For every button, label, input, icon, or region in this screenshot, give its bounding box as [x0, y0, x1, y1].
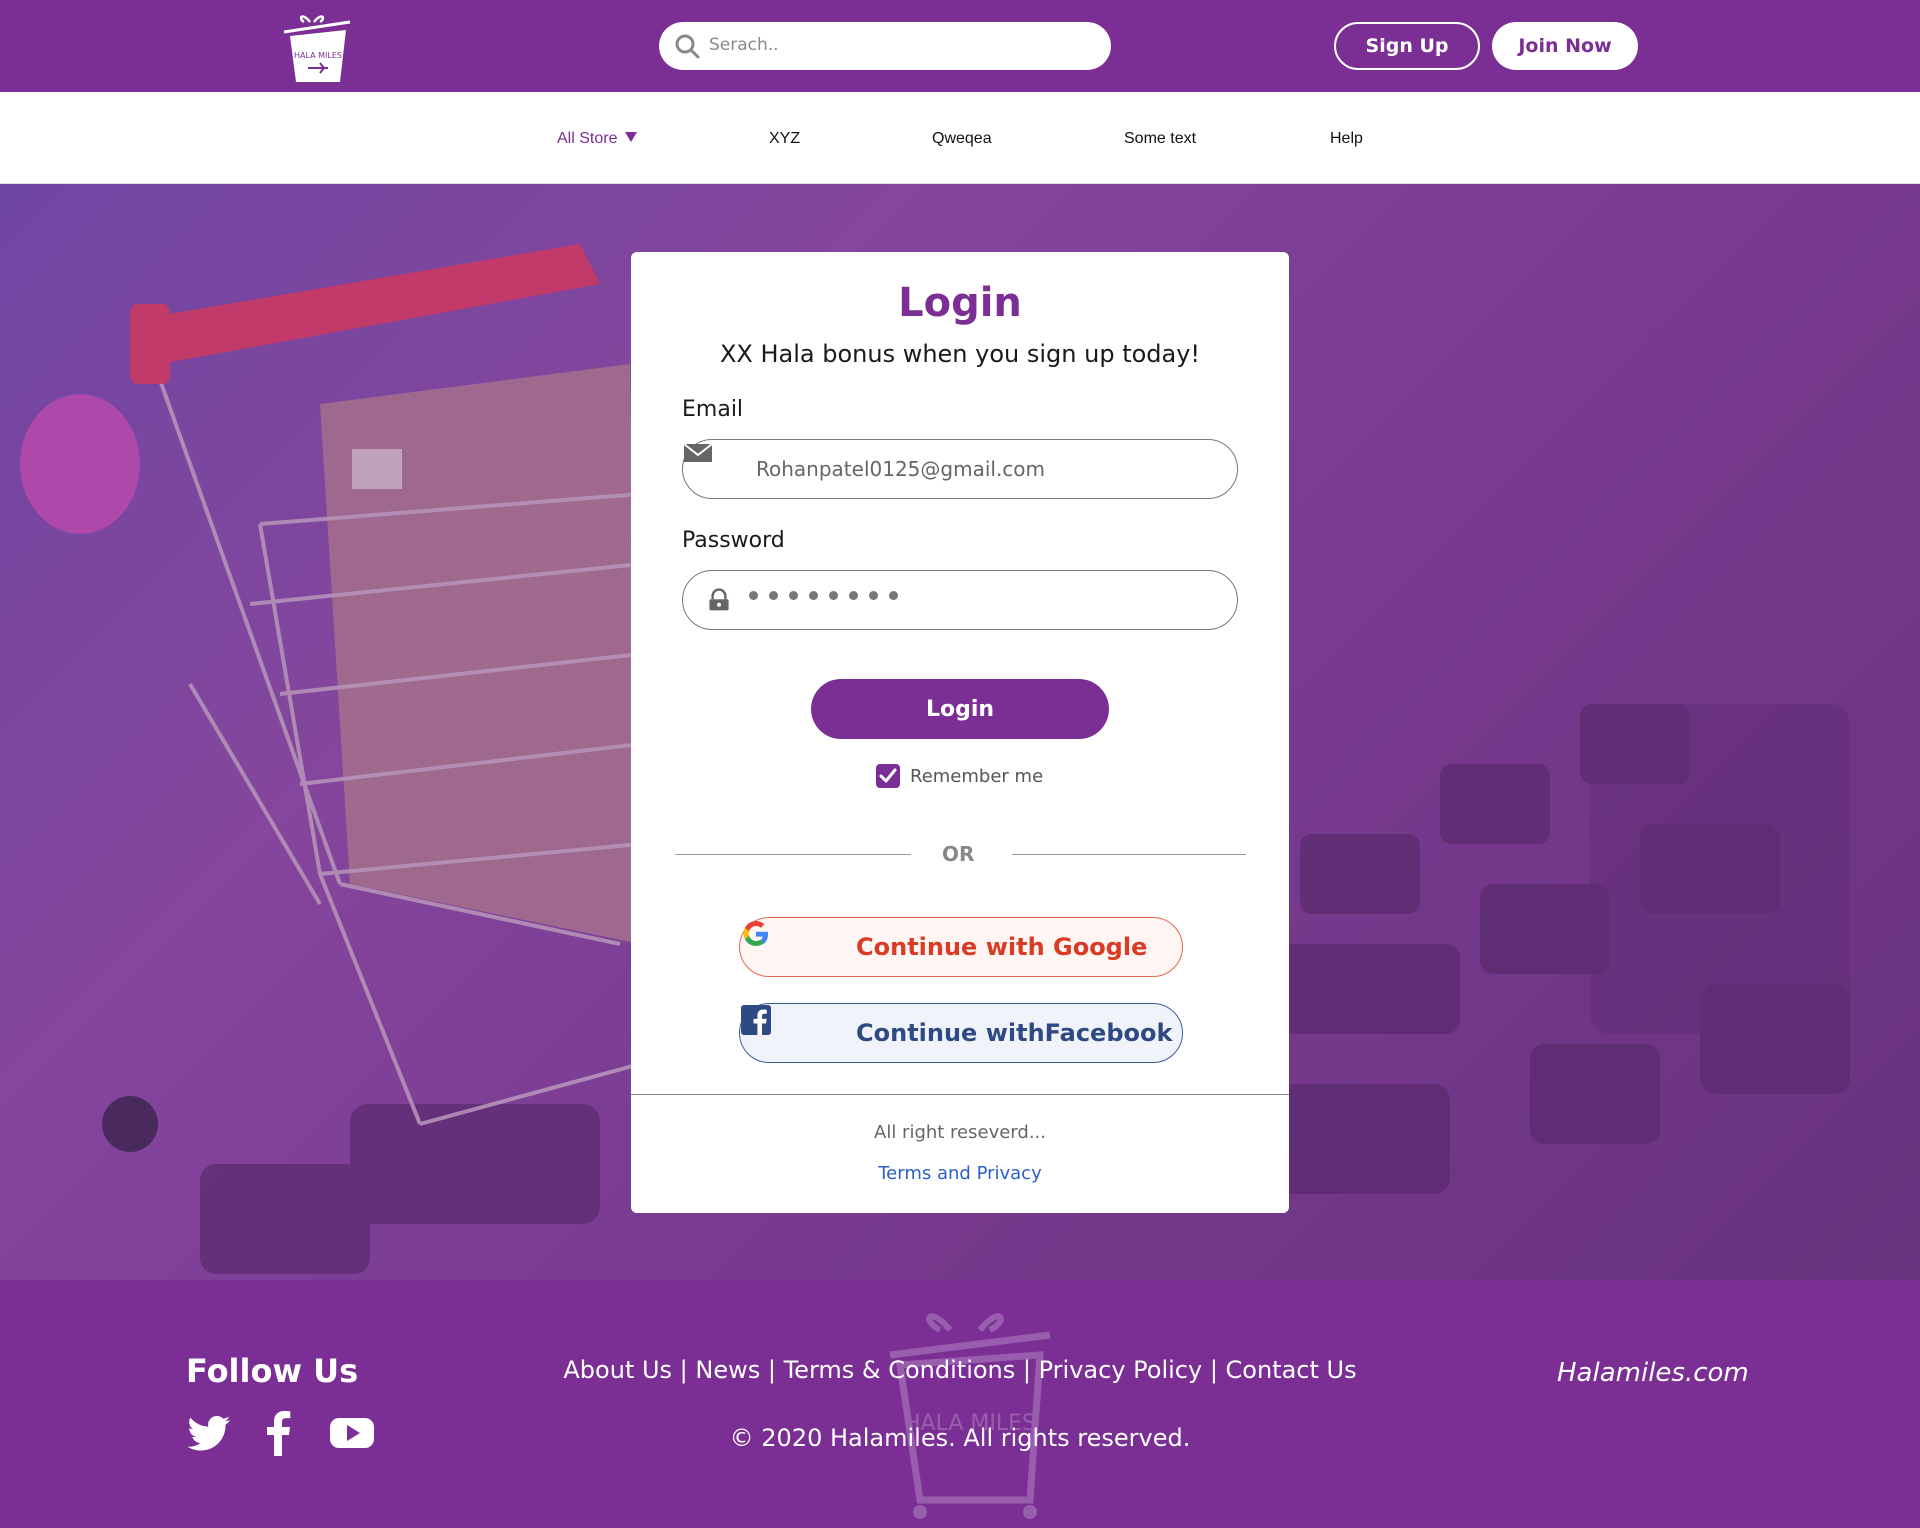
- login-card: Login XX Hala bonus when you sign up tod…: [631, 252, 1289, 1213]
- password-mask-dot: [849, 591, 858, 600]
- envelope-icon: [683, 443, 713, 462]
- site-domain[interactable]: Halamiles.com: [1557, 1358, 1749, 1388]
- checkmark-icon: [879, 768, 897, 783]
- footer-link-privacy[interactable]: Privacy Policy: [1039, 1356, 1203, 1384]
- footer-link-news[interactable]: News: [695, 1356, 760, 1384]
- card-footer-divider: [631, 1094, 1289, 1095]
- hero-background: Login XX Hala bonus when you sign up tod…: [0, 184, 1920, 1280]
- caret-down-icon: [625, 132, 638, 142]
- footer-separator: |: [760, 1356, 784, 1384]
- password-mask-dot: [869, 591, 878, 600]
- password-label: Password: [682, 528, 785, 553]
- footer-separator: |: [1202, 1356, 1226, 1384]
- login-title: Login: [898, 280, 1022, 326]
- nav-item-xyz[interactable]: XYZ: [769, 130, 800, 148]
- nav-item-some-text[interactable]: Some text: [1124, 130, 1196, 148]
- facebook-icon: [741, 1005, 771, 1036]
- lock-icon: [709, 588, 729, 611]
- sign-up-button[interactable]: Sign Up: [1334, 22, 1480, 70]
- hala-miles-watermark: HALA MILES: [889, 1313, 1051, 1519]
- footer-separator: |: [1015, 1356, 1039, 1384]
- svg-text:HALA MILES: HALA MILES: [294, 51, 342, 60]
- copyright-text: © 2020 Halamiles. All rights reserved.: [729, 1424, 1191, 1452]
- hala-miles-logo[interactable]: HALA MILES: [280, 8, 354, 84]
- join-now-button[interactable]: Join Now: [1492, 22, 1638, 70]
- search-input[interactable]: Serach..: [659, 22, 1111, 70]
- password-mask-dot: [769, 591, 778, 600]
- main-nav: All Store XYZ Qweqea Some text Help: [0, 92, 1920, 184]
- continue-with-google-button[interactable]: Continue with Google: [739, 917, 1183, 977]
- terms-privacy-link[interactable]: Terms and Privacy: [631, 1163, 1289, 1184]
- footer-link-terms[interactable]: Terms & Conditions: [784, 1356, 1016, 1384]
- password-mask-dot: [789, 591, 798, 600]
- google-button-label: Continue with Google: [856, 933, 1148, 961]
- password-mask-dot: [829, 591, 838, 600]
- signup-bonus-text: XX Hala bonus when you sign up today!: [719, 340, 1201, 368]
- or-divider-right: [1012, 854, 1246, 855]
- password-mask-dot: [809, 591, 818, 600]
- continue-with-facebook-button[interactable]: Continue withFacebook: [739, 1003, 1183, 1063]
- email-value: Rohanpatel0125@gmail.com: [756, 457, 1046, 481]
- nav-item-label: All Store: [557, 130, 618, 147]
- password-mask-dot: [889, 591, 898, 600]
- nav-item-all-store[interactable]: All Store: [557, 130, 638, 148]
- or-divider-left: [675, 854, 911, 855]
- footer-link-contact[interactable]: Contact Us: [1226, 1356, 1357, 1384]
- rights-text: All right reseverd...: [874, 1122, 1046, 1143]
- password-mask: [749, 591, 898, 600]
- remember-checkbox[interactable]: [876, 764, 900, 788]
- search-icon: [675, 34, 700, 59]
- top-header: HALA MILES Serach.. Sign Up Join Now: [0, 0, 1920, 92]
- remember-label: Remember me: [910, 765, 1044, 787]
- search-placeholder: Serach..: [709, 35, 779, 55]
- google-icon: [743, 921, 768, 946]
- footer-link-about[interactable]: About Us: [563, 1356, 672, 1384]
- site-footer: HALA MILES Follow Us About Us | News | T…: [0, 1280, 1920, 1528]
- email-label: Email: [682, 397, 744, 422]
- password-field[interactable]: [682, 570, 1238, 630]
- login-button[interactable]: Login: [811, 679, 1109, 739]
- remember-me[interactable]: Remember me: [876, 764, 1043, 788]
- nav-item-help[interactable]: Help: [1330, 130, 1363, 148]
- facebook-button-label: Continue withFacebook: [856, 1019, 1173, 1047]
- password-mask-dot: [749, 591, 758, 600]
- nav-item-qweqea[interactable]: Qweqea: [932, 130, 992, 148]
- email-field[interactable]: Rohanpatel0125@gmail.com: [682, 439, 1238, 499]
- footer-separator: |: [672, 1356, 696, 1384]
- or-text: OR: [942, 842, 975, 866]
